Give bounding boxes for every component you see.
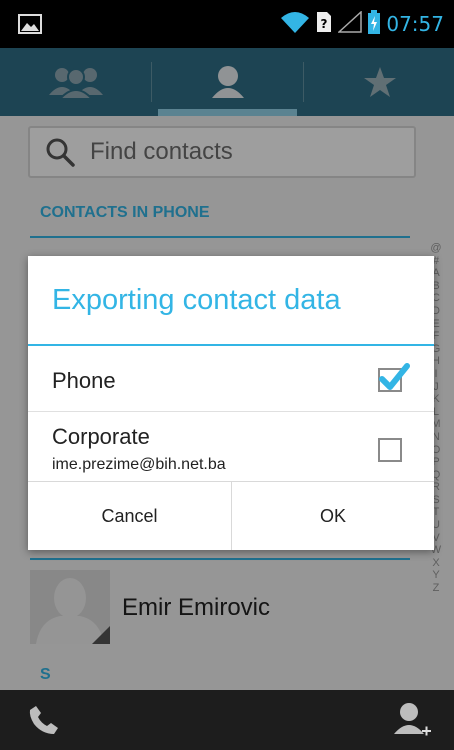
option-corporate[interactable]: Corporate ime.prezime@bih.net.ba [28, 412, 434, 482]
checkmark-icon [379, 363, 410, 390]
option-sublabel: ime.prezime@bih.net.ba [52, 456, 226, 473]
dialog-title: Exporting contact data [52, 284, 341, 316]
phone-icon[interactable] [28, 704, 60, 736]
option-phone[interactable]: Phone [28, 346, 434, 412]
status-bar: ? 07:57 [0, 0, 454, 48]
battery-charging-icon [368, 9, 381, 39]
sim-unknown-icon: ? [316, 11, 332, 38]
svg-text:?: ? [321, 17, 328, 31]
option-label: Corporate [52, 424, 150, 449]
export-dialog: Exporting contact data Phone Corporate i… [28, 256, 434, 550]
status-icons: ? 07:57 [280, 9, 444, 39]
cancel-button[interactable]: Cancel [28, 482, 231, 550]
add-contact-icon[interactable] [392, 700, 432, 740]
clock: 07:57 [386, 12, 444, 36]
ok-button[interactable]: OK [231, 482, 434, 550]
wifi-icon [280, 10, 310, 39]
corporate-checkbox[interactable] [378, 438, 402, 462]
bottom-action-bar [0, 690, 454, 750]
gallery-thumbnail-icon [18, 14, 42, 34]
option-label: Phone [52, 368, 116, 393]
phone-checkbox[interactable] [378, 363, 410, 392]
signal-icon [337, 9, 363, 38]
